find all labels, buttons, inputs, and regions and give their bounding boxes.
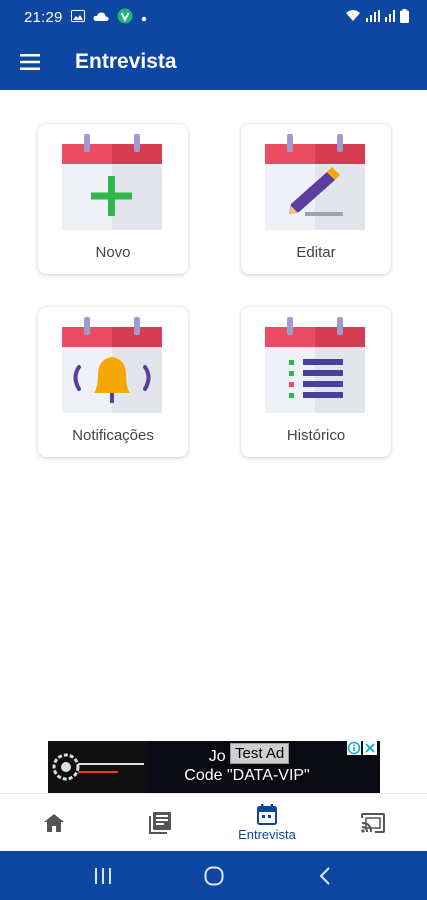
battery-icon (400, 8, 409, 26)
calendar-icon (257, 804, 277, 825)
vpn-notification-icon (117, 8, 133, 27)
status-bar: 21:29 (0, 0, 427, 34)
bottom-nav: Entrevista (0, 793, 427, 851)
ad-controls (347, 741, 377, 755)
novo-label: Novo (95, 244, 131, 261)
cloud-notification-icon (92, 9, 109, 25)
back-chevron-icon (319, 867, 330, 885)
novo-card[interactable]: Novo (38, 124, 188, 274)
calendar-bell-icon (62, 317, 162, 413)
nav-item-library[interactable] (115, 794, 205, 852)
ad-banner[interactable]: Jo with Code "DATA-VIP" Test Ad (48, 741, 380, 793)
editar-label: Editar (296, 244, 336, 261)
nav-item-cast[interactable] (328, 794, 418, 852)
dot-notification-icon (141, 9, 147, 25)
system-nav-bar (0, 851, 427, 900)
nav-label-entrevista: Entrevista (238, 827, 296, 842)
ad-logo (48, 741, 148, 793)
app-bar: Entrevista (0, 34, 427, 90)
wifi-icon (345, 9, 361, 25)
signal-icon (366, 9, 380, 25)
home-system-button[interactable] (201, 863, 227, 889)
image-notification-icon (70, 9, 85, 25)
cast-icon (361, 813, 385, 833)
back-button[interactable] (312, 863, 338, 889)
library-icon (149, 812, 171, 834)
page-title: Entrevista (75, 50, 177, 73)
nav-item-entrevista[interactable]: Entrevista (222, 794, 312, 852)
recent-apps-icon (95, 868, 111, 884)
ad-text-line-2: Code "DATA-VIP" (184, 767, 310, 784)
hamburger-menu-icon (20, 54, 40, 70)
editar-card[interactable]: Editar (241, 124, 391, 274)
ad-info-icon[interactable] (347, 741, 361, 755)
historico-label: Histórico (286, 427, 346, 444)
ad-close-icon[interactable] (363, 741, 377, 755)
home-circle-icon (204, 866, 224, 886)
calendar-add-icon (62, 134, 162, 230)
recent-apps-button[interactable] (90, 863, 116, 889)
signal-2-icon (385, 9, 395, 25)
home-icon (44, 814, 64, 832)
historico-card[interactable]: Histórico (241, 307, 391, 457)
ad-test-label: Test Ad (230, 743, 290, 764)
notificacoes-card[interactable]: Notificações (38, 307, 188, 457)
nav-item-home[interactable] (9, 794, 99, 852)
menu-button[interactable] (18, 50, 42, 74)
status-time: 21:29 (24, 8, 63, 26)
notificacoes-label: Notificações (72, 427, 154, 444)
calendar-list-icon (265, 317, 365, 413)
calendar-edit-icon (265, 134, 365, 230)
